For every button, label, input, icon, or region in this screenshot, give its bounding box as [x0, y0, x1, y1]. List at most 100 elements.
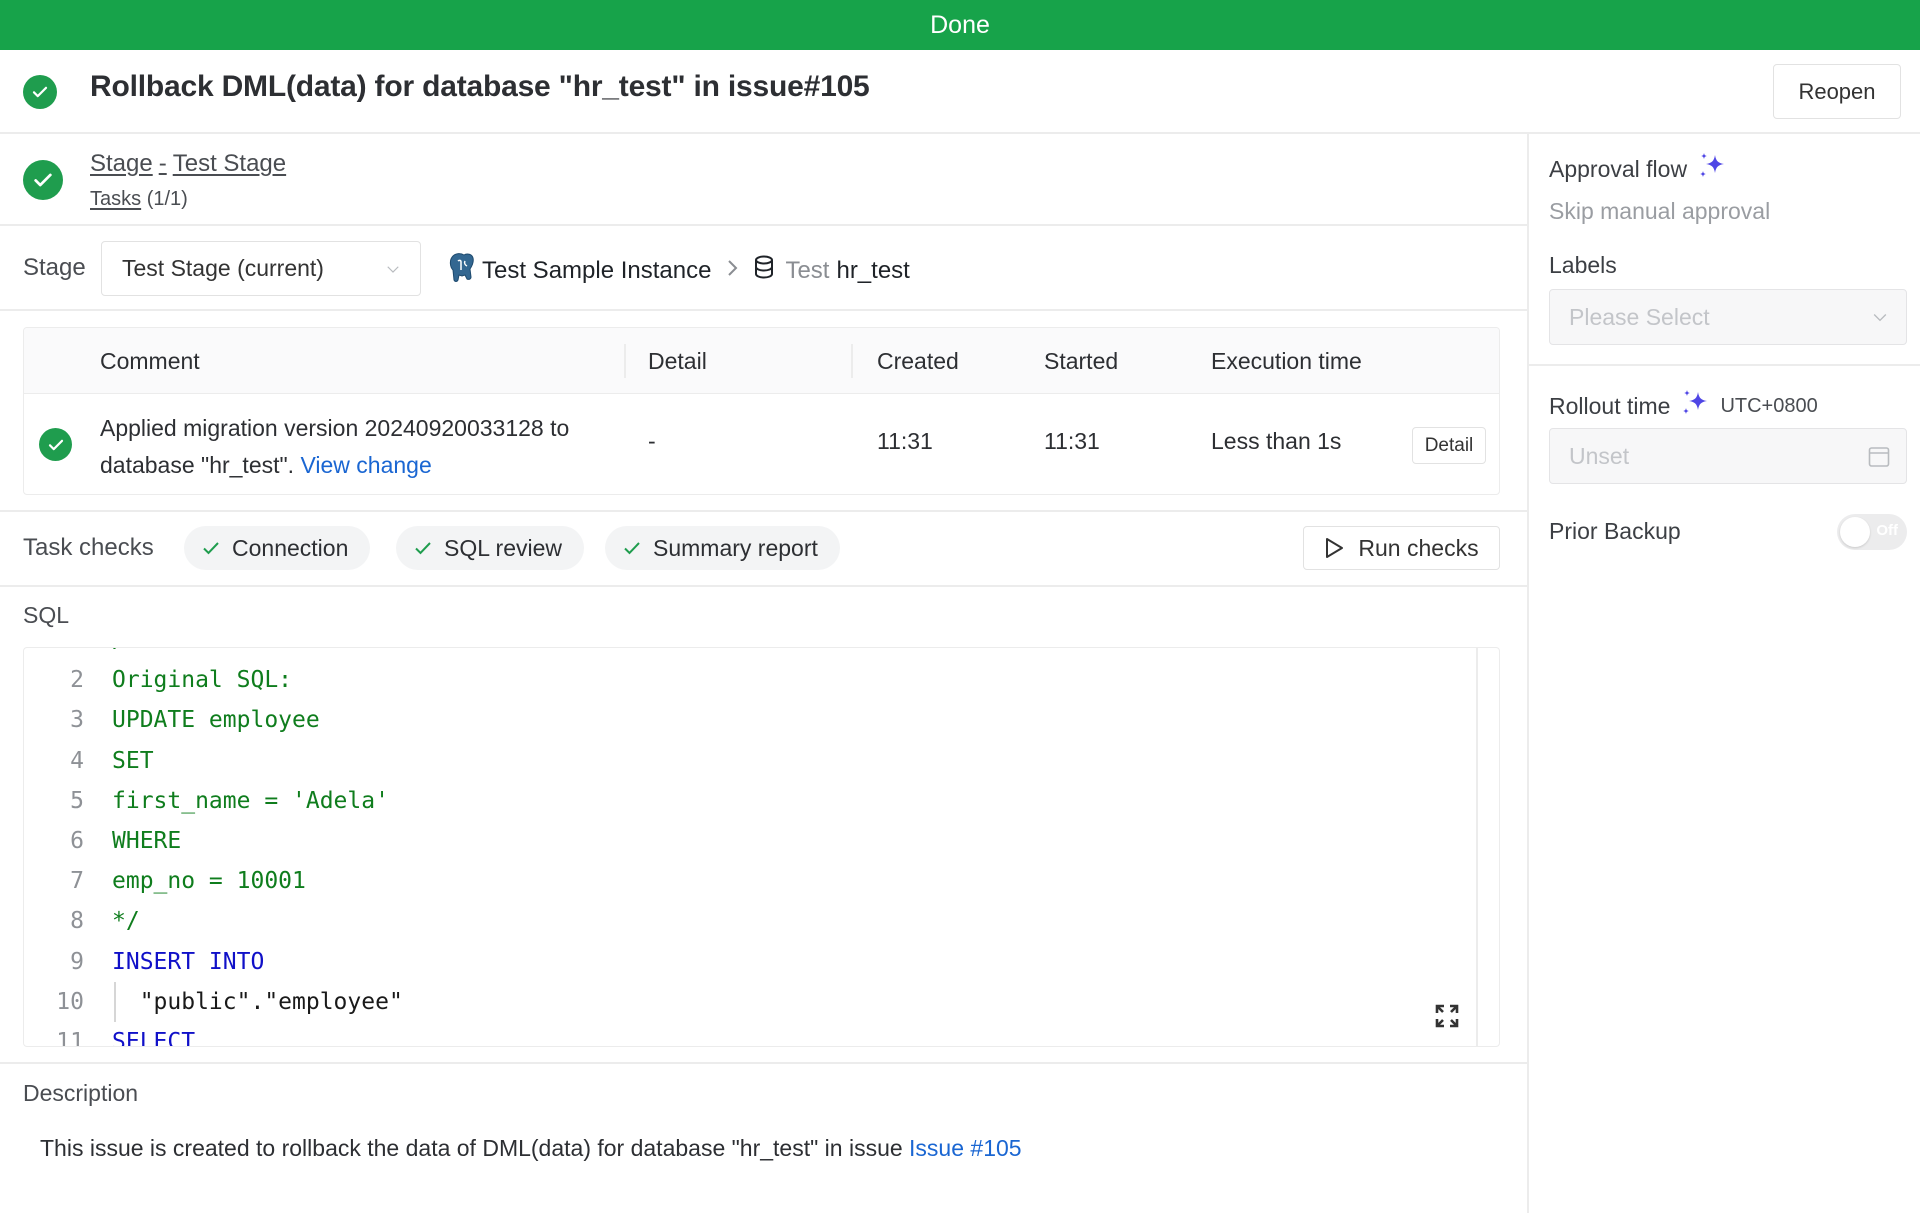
tasks-summary: Tasks (1/1) [90, 188, 188, 211]
code-text: "public"."employee" [112, 988, 403, 1015]
run-created: 11:31 [877, 428, 933, 454]
run-detail: - [648, 428, 656, 454]
issue-link[interactable]: Issue #105 [909, 1135, 1022, 1161]
line-number: 10 [56, 988, 84, 1015]
main-content: Stage - Test Stage Tasks (1/1) Stage Test … [0, 134, 1527, 1213]
code-line: 5 first_name = 'Adela' [24, 781, 1474, 821]
line-number: 8 [70, 908, 84, 935]
column-divider [851, 344, 853, 378]
task-checks-label: Task checks [23, 534, 154, 561]
check-chip-connection[interactable]: Connection [184, 526, 371, 570]
approval-flow-heading: Approval flow [1549, 151, 1727, 187]
issue-title: Rollback DML(data) for database "hr_test… [90, 70, 870, 103]
view-change-link[interactable]: View change [300, 452, 431, 478]
code-text: INSERT INTO [112, 948, 265, 975]
expand-icon[interactable] [1434, 1003, 1460, 1034]
line-number: 1 [24, 648, 84, 660]
stage-title: Stage - Test Stage [90, 150, 286, 178]
column-header-detail: Detail [648, 348, 707, 374]
database-name[interactable]: hr_test [836, 257, 909, 285]
rollout-timezone: UTC+0800 [1720, 394, 1818, 417]
stage-label: Stage [23, 254, 86, 281]
code-line: 7 emp_no = 10001 [24, 861, 1474, 901]
check-chip-sql-review[interactable]: SQL review [396, 526, 585, 570]
code-text: SET [112, 747, 154, 774]
run-detail-button[interactable]: Detail [1412, 427, 1486, 464]
code-text: /* [112, 648, 140, 660]
sidebar: Approval flow Skip manual approval Label… [1529, 134, 1920, 1213]
prior-backup-label: Prior Backup [1549, 518, 1681, 544]
line-number: 6 [70, 827, 84, 854]
sparkle-icon [1697, 151, 1727, 187]
code-text: emp_no = 10001 [112, 868, 306, 895]
approval-flow-value: Skip manual approval [1549, 198, 1771, 224]
play-icon [1326, 538, 1344, 558]
description-body: This issue is created to rollback the da… [40, 1135, 910, 1161]
labels-placeholder: Please Select [1569, 304, 1710, 330]
line-number: 4 [70, 747, 84, 774]
code-line: 11 SELECT [24, 1022, 1474, 1047]
task-run-table: Comment Detail Created Started Execution… [23, 327, 1500, 495]
stage-selector-row: Stage Test Stage (current) Test Sample I… [0, 226, 1527, 311]
chevron-down-icon [384, 260, 402, 283]
divider [0, 1062, 1527, 1064]
stage-select[interactable]: Test Stage (current) [101, 241, 421, 296]
run-comment: Applied migration version 20240920033128… [100, 410, 660, 484]
rollout-time-label: Rollout time [1549, 392, 1671, 419]
column-divider [624, 344, 626, 378]
column-header-created: Created [877, 348, 959, 374]
line-number: 3 [70, 707, 84, 734]
stage-name-link[interactable]: Test Stage [173, 150, 286, 177]
column-header-started: Started [1044, 348, 1119, 374]
code-line: 10 "public"."employee" [24, 981, 1474, 1022]
table-row: Applied migration version 20240920033128… [24, 394, 1499, 494]
rollout-time-heading: Rollout time UTC+0800 [1549, 388, 1818, 424]
check-circle-icon [23, 75, 57, 109]
check-chip-summary-report[interactable]: Summary report [605, 526, 840, 570]
line-number: 2 [70, 667, 84, 694]
sidebar-section-approval: Approval flow Skip manual approval Label… [1529, 134, 1920, 366]
description-text: This issue is created to rollback the da… [40, 1135, 1022, 1162]
tasks-link[interactable]: Tasks [90, 188, 141, 210]
labels-select[interactable]: Please Select [1549, 289, 1907, 345]
sql-code: 1 /* 2 Original SQL: 3 UPDATE employee 4 SET 5 fi… [24, 648, 1474, 1047]
reopen-button[interactable]: Reopen [1773, 64, 1901, 119]
code-text: first_name = 'Adela' [112, 787, 389, 814]
sparkle-icon [1680, 388, 1710, 424]
prior-backup-heading: Prior Backup [1549, 518, 1681, 545]
rollout-time-picker[interactable]: Unset [1549, 428, 1907, 484]
line-number: 9 [70, 948, 84, 975]
tasks-count: (1/1) [146, 188, 188, 210]
prior-backup-toggle[interactable]: Off [1837, 514, 1907, 550]
line-number: 11 [56, 1028, 84, 1047]
code-line: 6 WHERE [24, 821, 1474, 861]
check-circle-icon [39, 428, 72, 461]
chevron-right-icon [725, 257, 739, 285]
code-line: 1 /* [24, 648, 1474, 660]
toggle-knob [1840, 517, 1870, 547]
rollout-time-placeholder: Unset [1569, 443, 1630, 469]
run-checks-button[interactable]: Run checks [1303, 526, 1500, 570]
stage-link[interactable]: Stage [90, 150, 153, 177]
line-number: 7 [70, 868, 84, 895]
sql-editor[interactable]: 1 /* 2 Original SQL: 3 UPDATE employee 4 SET 5 fi… [23, 647, 1500, 1047]
instance-breadcrumb: Test Sample Instance Test hr_test [448, 252, 910, 289]
code-text: Original SQL: [112, 667, 293, 694]
chevron-down-icon [1870, 307, 1890, 332]
run-execution-time: Less than 1s [1211, 428, 1342, 454]
editor-scrollbar[interactable] [1476, 648, 1478, 1046]
run-started: 11:31 [1044, 428, 1100, 454]
status-banner-text: Done [930, 10, 990, 39]
approval-flow-label: Approval flow [1549, 155, 1688, 182]
code-text: UPDATE employee [112, 707, 320, 734]
stage-separator: - [158, 150, 167, 177]
check-circle-icon [23, 160, 63, 200]
check-icon [623, 535, 641, 562]
labels-label: Labels [1549, 252, 1617, 278]
code-text: */ [112, 908, 140, 935]
check-icon [202, 535, 220, 562]
environment-name: Test [785, 256, 830, 284]
status-banner: Done [0, 0, 1920, 50]
instance-name[interactable]: Test Sample Instance [482, 257, 711, 285]
code-line: 9 INSERT INTO [24, 942, 1474, 982]
